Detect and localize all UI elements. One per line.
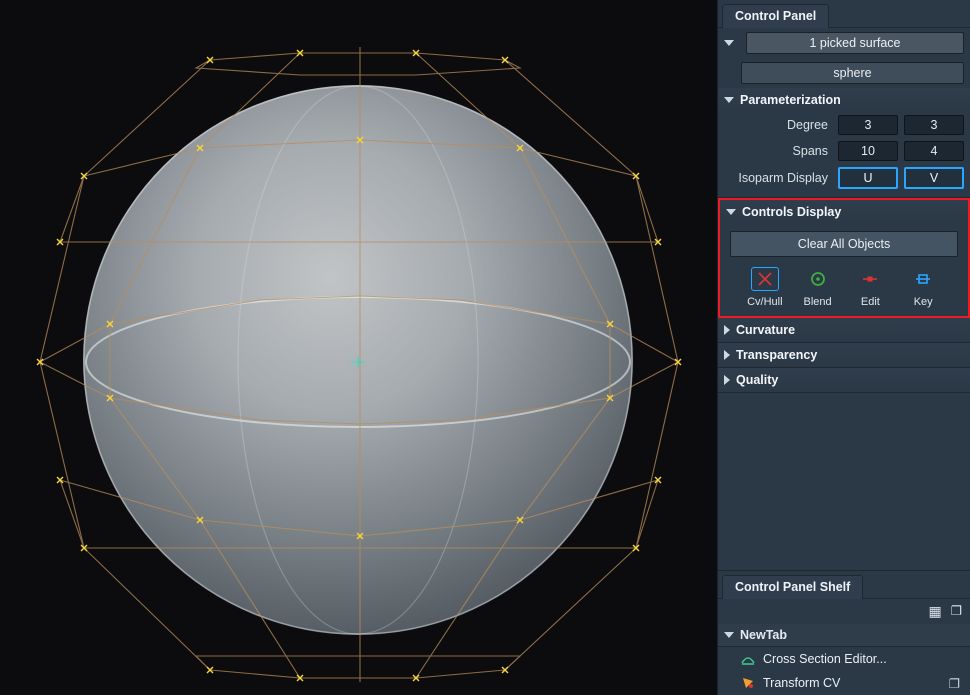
shelf-item-cross-section[interactable]: Cross Section Editor... — [718, 647, 970, 671]
section-title: Parameterization — [740, 93, 841, 107]
object-name-row: sphere — [718, 58, 970, 88]
isoparm-u-toggle[interactable]: U — [838, 167, 898, 189]
chevron-right-icon — [724, 350, 730, 360]
side-panel: Control Panel 1 picked surface sphere Pa… — [717, 0, 970, 695]
blend-toggle[interactable]: Blend — [798, 267, 838, 308]
chevron-right-icon — [724, 375, 730, 385]
shelf-copy-icon[interactable]: ❐ — [951, 603, 962, 620]
shelf-item-transform-cv[interactable]: Transform CV ❐ — [718, 671, 970, 695]
section-title: Controls Display — [742, 205, 841, 219]
spans-u-input[interactable]: 10 — [838, 141, 898, 161]
chevron-down-icon — [726, 209, 736, 215]
shelf-view-controls: ▦ ❐ — [718, 599, 970, 624]
shelf-newtab-head[interactable]: NewTab — [718, 624, 970, 647]
section-title: Curvature — [736, 323, 795, 337]
section-head-controls-display[interactable]: Controls Display — [720, 200, 968, 224]
section-curvature: Curvature — [718, 318, 970, 343]
cvhull-icon — [751, 267, 779, 291]
cvhull-toggle[interactable]: Cv/Hull — [745, 267, 785, 308]
viewport-scene — [0, 0, 717, 695]
blend-icon — [804, 267, 832, 291]
section-title: Transparency — [736, 348, 817, 362]
control-panel-tab[interactable]: Control Panel — [722, 4, 829, 28]
transform-cv-icon — [740, 675, 756, 691]
edit-label: Edit — [861, 296, 880, 308]
section-head-curvature[interactable]: Curvature — [718, 318, 970, 342]
key-icon — [909, 267, 937, 291]
shelf-newtab-title: NewTab — [740, 628, 787, 642]
isoparm-v-toggle[interactable]: V — [904, 167, 964, 189]
spans-label: Spans — [724, 144, 832, 158]
cvhull-label: Cv/Hull — [747, 296, 782, 308]
shelf-grid-icon[interactable]: ▦ — [929, 603, 943, 620]
edit-toggle[interactable]: Edit — [850, 267, 890, 308]
shelf-item-label: Cross Section Editor... — [763, 652, 887, 666]
chevron-down-icon — [724, 97, 734, 103]
shelf-item-label: Transform CV — [763, 676, 840, 690]
viewport-3d[interactable] — [0, 0, 717, 695]
section-head-transparency[interactable]: Transparency — [718, 343, 970, 367]
object-name-button[interactable]: sphere — [741, 62, 964, 84]
degree-v-input[interactable]: 3 — [904, 115, 964, 135]
section-quality: Quality — [718, 368, 970, 393]
edit-icon — [856, 267, 884, 291]
controls-display-buttons: Cv/Hull Blend Edit — [720, 265, 968, 308]
chevron-right-icon — [724, 325, 730, 335]
spans-v-input[interactable]: 4 — [904, 141, 964, 161]
isoparm-label: Isoparm Display — [724, 171, 832, 185]
section-head-quality[interactable]: Quality — [718, 368, 970, 392]
chevron-down-icon[interactable] — [724, 40, 734, 46]
picked-row: 1 picked surface — [718, 28, 970, 58]
degree-u-input[interactable]: 3 — [838, 115, 898, 135]
clear-all-objects-button[interactable]: Clear All Objects — [730, 231, 958, 257]
control-panel-tabrow: Control Panel — [718, 0, 970, 28]
section-parameterization: Parameterization Degree 3 3 Spans 10 4 I… — [718, 88, 970, 198]
shelf-copy-icon[interactable]: ❐ — [949, 676, 960, 691]
degree-label: Degree — [724, 118, 832, 132]
shelf-tab[interactable]: Control Panel Shelf — [722, 575, 863, 599]
blend-label: Blend — [804, 296, 832, 308]
key-label: Key — [914, 296, 933, 308]
control-panel-body: 1 picked surface sphere Parameterization… — [718, 28, 970, 393]
section-controls-display: Controls Display Clear All Objects Cv/Hu… — [718, 198, 970, 318]
section-head-parameterization[interactable]: Parameterization — [718, 88, 970, 112]
chevron-down-icon — [724, 632, 734, 638]
key-toggle[interactable]: Key — [903, 267, 943, 308]
shelf-tabrow: Control Panel Shelf — [718, 570, 970, 599]
section-title: Quality — [736, 373, 778, 387]
picked-surface-button[interactable]: 1 picked surface — [746, 32, 964, 54]
section-transparency: Transparency — [718, 343, 970, 368]
cross-section-icon — [740, 651, 756, 667]
